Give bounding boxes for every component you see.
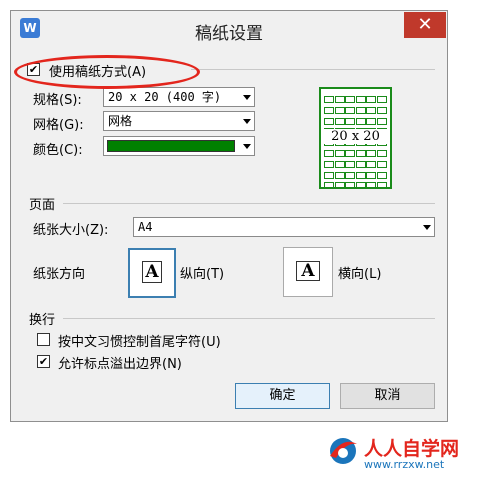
chevron-down-icon [243,95,251,100]
watermark-url: www.rrzxw.net [364,458,445,471]
color-swatch [107,140,235,152]
allow-punctuation-overflow-label: 允许标点溢出边界(N) [58,357,182,372]
checkmark-icon: ✔ [38,355,49,368]
highlight-ellipse [14,55,200,89]
color-label: 颜色(C): [33,143,83,158]
separator [63,318,435,319]
page-section-label: 页面 [29,198,56,213]
portrait-button[interactable]: A [128,248,176,298]
separator [191,69,435,70]
ok-button[interactable]: 确定 [235,383,330,409]
preview-grid-row [324,146,387,157]
portrait-label: 纵向(T) [180,267,225,282]
grid-preview: 20 x 20 [319,87,392,190]
close-icon: ✕ [417,14,433,35]
landscape-button[interactable]: A [283,247,333,297]
preview-grid-row [324,114,387,125]
allow-punctuation-overflow-checkbox[interactable]: ✔ [37,355,50,368]
landscape-label: 横向(L) [338,267,382,282]
chinese-habit-label: 按中文习惯控制首尾字符(U) [58,335,221,350]
watermark-logo-icon [330,438,357,464]
watermark: 人人自学网 www.rrzxw.net [326,434,476,474]
grid-select[interactable]: 网格 [103,111,255,131]
spec-select[interactable]: 20 x 20 (400 字) [103,87,255,107]
chevron-down-icon [243,144,251,149]
portrait-page-icon: A [142,261,162,283]
grid-paper-settings-dialog: W 稿纸设置 ✕ ✔ 使用稿纸方式(A) 规格(S): 20 x 20 (400… [10,10,448,422]
preview-grid-cell [334,182,345,190]
paper-size-value: A4 [138,220,153,234]
chinese-habit-checkbox[interactable] [37,333,50,346]
spec-label: 规格(S): [33,93,82,108]
chevron-down-icon [423,225,431,230]
preview-grid-cell [345,182,355,190]
color-select[interactable] [103,136,255,156]
preview-grid-cell [366,182,376,190]
preview-label: 20 x 20 [321,129,390,144]
close-button[interactable]: ✕ [404,12,446,38]
separator [63,203,435,204]
grid-value: 网格 [108,114,133,128]
cancel-button[interactable]: 取消 [340,383,435,409]
preview-grid-row [324,168,387,179]
paper-size-select[interactable]: A4 [133,217,435,237]
line-break-section-label: 换行 [29,313,56,328]
landscape-page-icon: A [296,261,320,281]
preview-grid-row [324,178,387,190]
preview-grid-row [324,92,387,103]
preview-grid-row [324,103,387,114]
spec-value: 20 x 20 (400 字) [108,90,222,104]
preview-grid-cell [355,182,366,190]
preview-grid-cell [324,182,334,190]
dialog-title: 稿纸设置 [195,24,263,44]
preview-grid-cell [376,182,387,190]
watermark-brand: 人人自学网 [364,438,460,460]
chevron-down-icon [243,119,251,124]
paper-size-label: 纸张大小(Z): [33,223,109,238]
orientation-label: 纸张方向 [33,267,86,282]
preview-grid-row [324,157,387,168]
title-bar[interactable]: W 稿纸设置 ✕ [11,11,447,47]
grid-label: 网格(G): [33,118,84,133]
